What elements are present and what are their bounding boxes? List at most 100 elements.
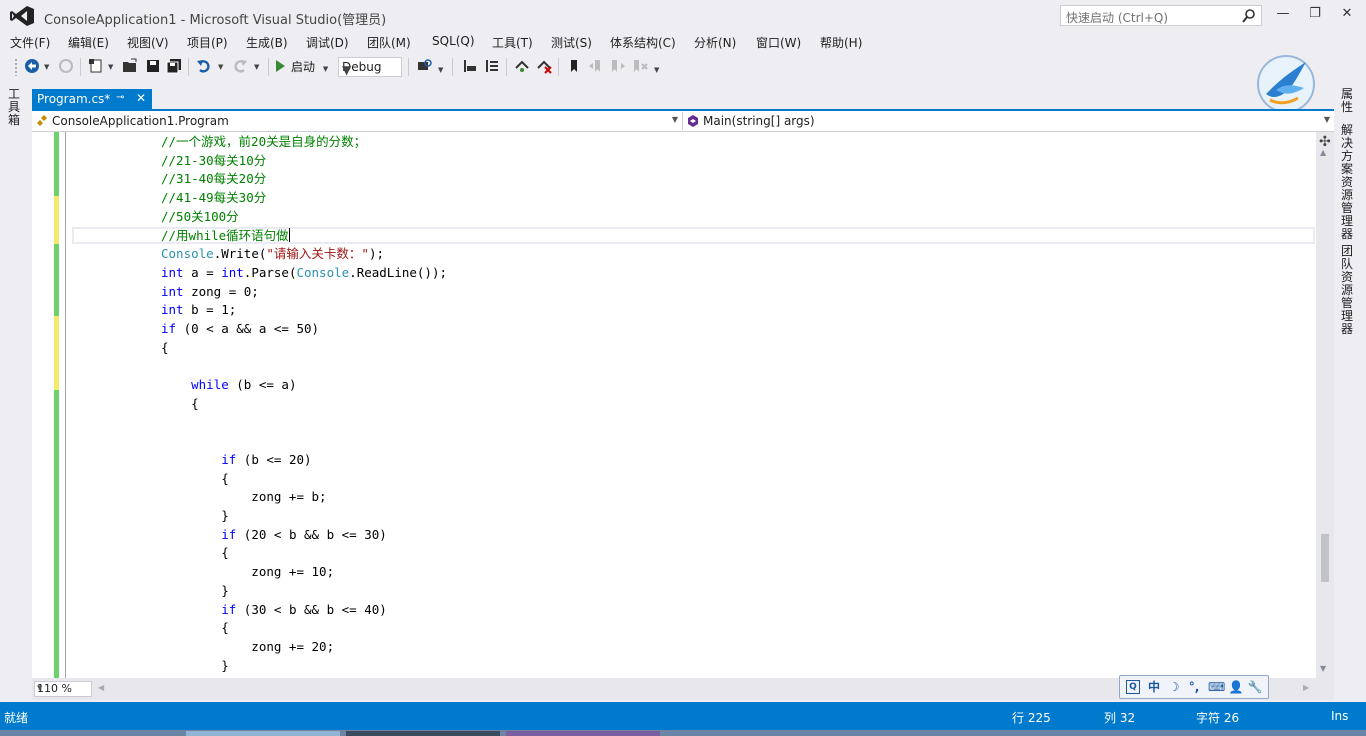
menu-test[interactable]: 测试(S) xyxy=(551,34,592,51)
save-icon[interactable] xyxy=(145,58,161,74)
back-dropdown-icon[interactable]: ▼ xyxy=(44,63,49,71)
menu-view[interactable]: 视图(V) xyxy=(127,34,169,51)
code-line: //21-30每关10分 xyxy=(161,151,266,170)
menu-project[interactable]: 项目(P) xyxy=(187,34,228,51)
menu-analyze[interactable]: 分析(N) xyxy=(694,34,736,51)
scroll-down-icon[interactable]: ▼ xyxy=(1320,664,1326,673)
menu-file[interactable]: 文件(F) xyxy=(10,34,50,51)
solution-explorer-tab[interactable]: 解决方案资源管理器 xyxy=(1341,124,1357,241)
scroll-left-icon[interactable]: ◀ xyxy=(98,683,104,692)
redo-icon[interactable] xyxy=(232,58,248,74)
zoom-dropdown-icon: ▼ xyxy=(37,684,43,692)
text-caret xyxy=(288,227,290,242)
code-line: if (30 < b && b <= 40) xyxy=(161,600,387,619)
editor-margin xyxy=(32,132,54,678)
code-token: .ReadLine()); xyxy=(349,264,448,280)
menu-architecture[interactable]: 体系结构(C) xyxy=(610,34,676,51)
toolbar-overflow-icon[interactable]: ▼ xyxy=(654,66,659,74)
configuration-select[interactable]: Debug ▼ xyxy=(338,57,402,77)
scroll-right-icon[interactable]: ▶ xyxy=(1303,683,1309,692)
start-debugging-button[interactable]: 启动 ▼ xyxy=(276,58,328,76)
save-all-icon[interactable] xyxy=(166,58,182,74)
undo-dropdown-icon[interactable]: ▼ xyxy=(218,63,223,71)
menu-debug[interactable]: 调试(D) xyxy=(306,34,349,51)
taskbar-item[interactable] xyxy=(186,731,340,736)
class-dropdown[interactable]: ConsoleApplication1.Program ▼ xyxy=(32,112,683,130)
code-line: { xyxy=(161,469,229,488)
ime-halfwidth-icon[interactable]: ☽ xyxy=(1166,679,1182,695)
ime-keyboard-icon[interactable]: ⌨ xyxy=(1208,679,1225,695)
code-line: if (0 < a && a <= 50) xyxy=(161,319,319,338)
code-editor[interactable]: //一个游戏，前20关是自身的分数； //21-30每关10分 //31-40每关2… xyxy=(32,132,1316,678)
menu-build[interactable]: 生成(B) xyxy=(246,34,288,51)
close-button[interactable]: ✕ xyxy=(1332,4,1362,24)
ime-mode-chinese[interactable]: 中 xyxy=(1146,679,1162,695)
menu-team[interactable]: 团队(M) xyxy=(367,34,411,51)
find-in-files-icon[interactable] xyxy=(416,58,432,74)
code-line: int zong = 0; xyxy=(161,282,259,301)
ime-settings-icon[interactable]: 🔧 xyxy=(1247,679,1263,695)
bookmark-toggle-icon[interactable] xyxy=(514,58,530,74)
code-line: int b = 1; xyxy=(161,300,236,319)
toolbar-grip[interactable] xyxy=(14,58,18,76)
bookmark-clear-icon[interactable] xyxy=(536,58,552,74)
clear-bookmarks-icon[interactable] xyxy=(632,58,648,74)
code-token: if xyxy=(221,451,237,467)
next-bookmark-icon[interactable] xyxy=(610,58,626,74)
scrollbar-thumb[interactable] xyxy=(1321,534,1329,582)
toolbox-tab[interactable]: 工具箱 xyxy=(8,88,24,127)
team-explorer-tab[interactable]: 团队资源管理器 xyxy=(1341,245,1357,336)
change-marker-saved xyxy=(54,132,59,196)
configuration-dropdown-icon: ▼ xyxy=(342,63,352,77)
maximize-button[interactable]: ❐ xyxy=(1300,4,1330,24)
vertical-scrollbar[interactable]: ✣ ▲ ▼ xyxy=(1316,132,1334,678)
quick-launch-placeholder: 快速启动 (Ctrl+Q) xyxy=(1066,11,1169,25)
menu-sql[interactable]: SQL(Q) xyxy=(432,34,475,48)
menu-tools[interactable]: 工具(T) xyxy=(492,34,533,51)
toolbar-separator xyxy=(80,58,81,76)
ime-toolbar: Q 中 ☽ °, ⌨ 👤 🔧 xyxy=(1119,675,1269,699)
code-token: Console xyxy=(161,246,214,262)
find-dropdown-icon[interactable]: ▼ xyxy=(438,66,443,74)
member-dropdown[interactable]: Main(string[] args) ▼ xyxy=(683,112,1334,130)
comment-out-icon[interactable] xyxy=(462,58,478,74)
uncomment-icon[interactable] xyxy=(484,58,500,74)
taskbar-item[interactable] xyxy=(506,731,660,736)
new-project-icon[interactable] xyxy=(88,58,104,74)
menu-window[interactable]: 窗口(W) xyxy=(756,34,801,51)
bookmark-icon[interactable] xyxy=(566,58,582,74)
menu-edit[interactable]: 编辑(E) xyxy=(68,34,109,51)
code-line: zong += b; xyxy=(161,487,326,506)
chevron-down-icon: ▼ xyxy=(1323,115,1330,124)
code-line: } xyxy=(161,581,229,600)
code-token: //50关100分 xyxy=(161,208,239,224)
status-char: 字符 26 xyxy=(1196,711,1240,725)
ime-user-icon[interactable]: 👤 xyxy=(1228,679,1244,695)
scroll-up-icon[interactable]: ▲ xyxy=(1320,148,1326,157)
open-file-icon[interactable] xyxy=(122,58,138,74)
play-icon xyxy=(276,60,285,72)
taskbar-item[interactable] xyxy=(346,731,500,736)
properties-tab[interactable]: 属性 xyxy=(1341,88,1357,114)
forward-icon[interactable] xyxy=(58,58,74,74)
previous-bookmark-icon[interactable] xyxy=(588,58,604,74)
document-tab-program-cs[interactable]: Program.cs* ⊸ ✕ xyxy=(32,89,152,110)
ime-punctuation-icon[interactable]: °, xyxy=(1186,679,1202,695)
redo-dropdown-icon[interactable]: ▼ xyxy=(254,63,259,71)
quick-launch-input[interactable]: 快速启动 (Ctrl+Q) xyxy=(1060,5,1262,26)
code-line: } xyxy=(161,506,229,525)
close-tab-icon[interactable]: ✕ xyxy=(136,91,146,105)
code-line: while (b <= a) xyxy=(161,375,296,394)
zoom-select[interactable]: 110 % ▼ xyxy=(34,681,92,697)
code-line: int a = int.Parse(Console.ReadLine()); xyxy=(161,263,447,282)
new-dropdown-icon[interactable]: ▼ xyxy=(108,63,113,71)
code-token: (b <= a) xyxy=(228,377,297,393)
ime-logo-icon[interactable]: Q xyxy=(1126,680,1140,694)
pin-icon[interactable]: ⊸ xyxy=(116,92,124,103)
undo-icon[interactable] xyxy=(196,58,212,74)
back-icon[interactable] xyxy=(24,58,40,74)
toolbar-separator xyxy=(506,58,507,76)
menu-help[interactable]: 帮助(H) xyxy=(820,34,862,51)
minimize-button[interactable]: — xyxy=(1268,4,1298,24)
